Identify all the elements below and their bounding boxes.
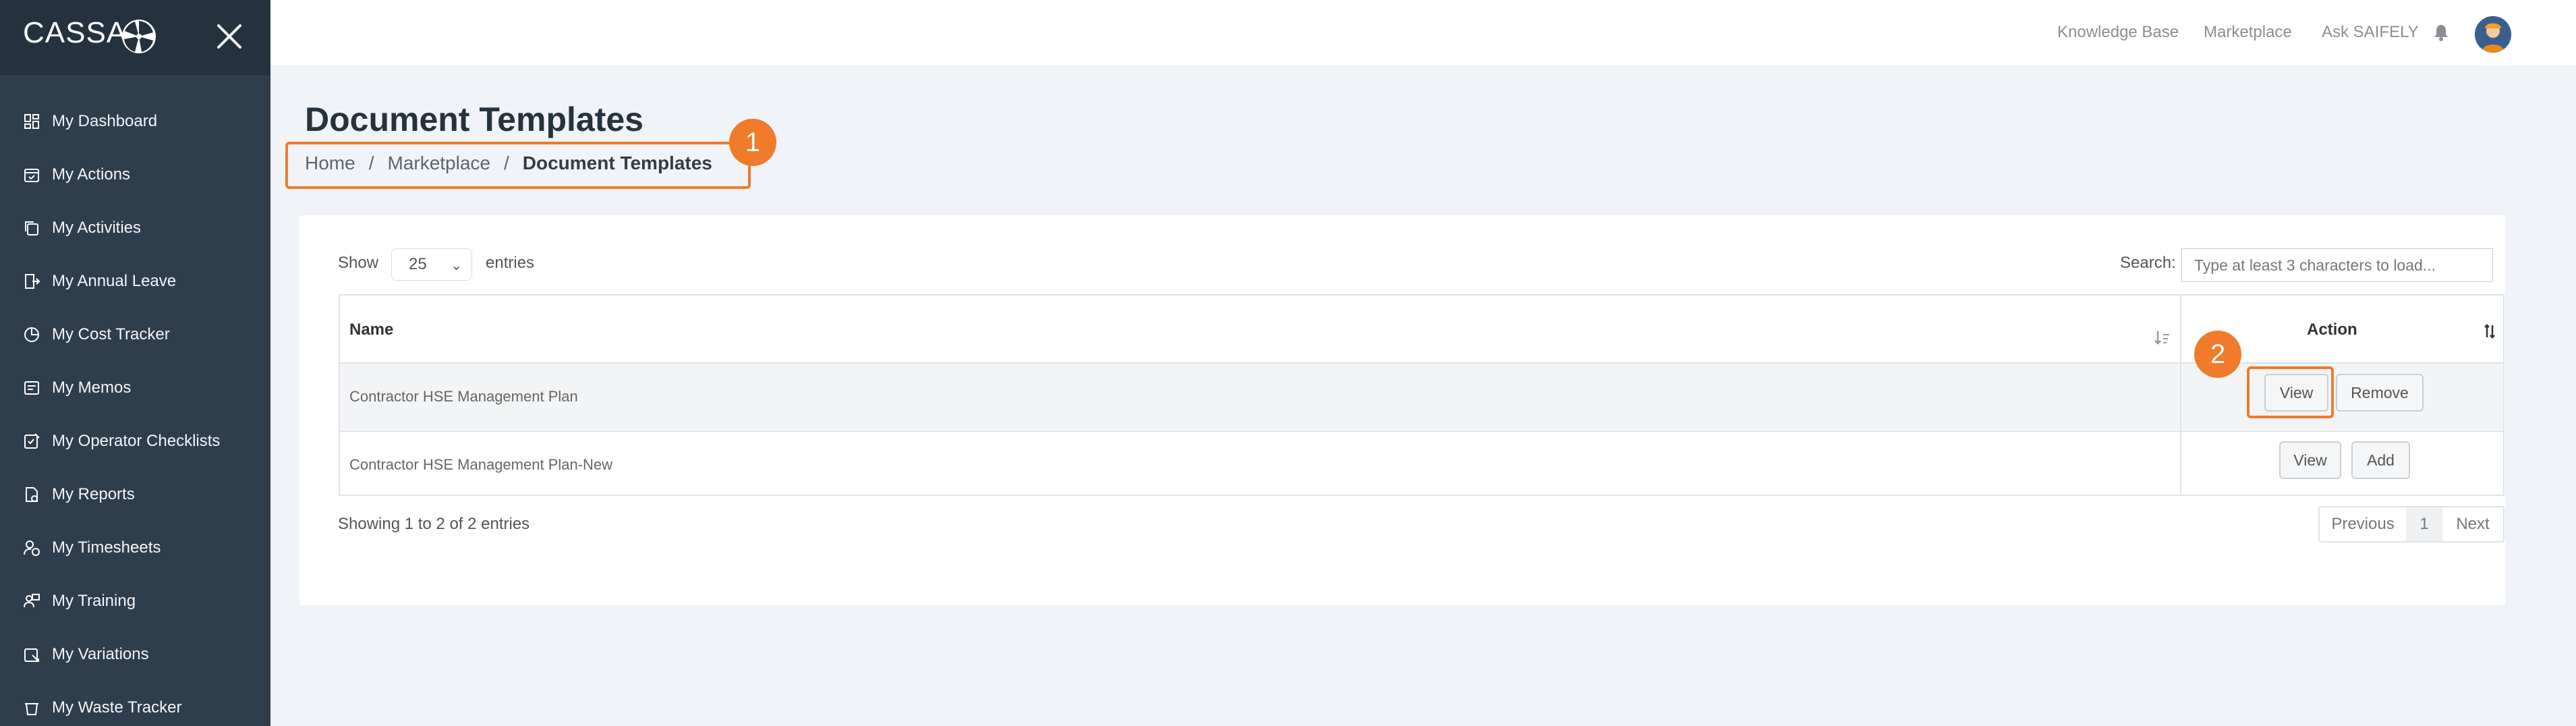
sidebar-item-dashboard[interactable]: My Dashboard [0,101,270,142]
template-name: Contractor HSE Management Plan-New [349,456,613,473]
sidebar-item-label: My Training [52,592,136,610]
bell-icon[interactable] [2432,23,2450,42]
column-header-action[interactable]: Action [2307,320,2357,339]
checklist-icon [24,433,40,449]
sidebar-item-label: My Cost Tracker [52,325,170,343]
sidebar-item-cost-tracker[interactable]: My Cost Tracker [0,314,270,355]
brand-name: CASSA [23,16,127,49]
sidebar-item-operator-checklists[interactable]: My Operator Checklists [0,421,270,462]
sidebar-item-activities[interactable]: My Activities [0,208,270,248]
leave-door-icon [25,274,40,289]
sidebar-item-label: My Dashboard [52,112,158,130]
ask-saifely-link[interactable]: Ask SAIFELY [2322,23,2419,42]
cassa-logo-icon [122,20,156,53]
entries-label: entries [486,254,535,272]
marketplace-link[interactable]: Marketplace [2204,23,2292,42]
show-label: Show [338,254,379,272]
annotation-marker-2: 2 [2194,331,2241,378]
table-row: Contractor HSE Management Plan-New [340,430,2503,497]
user-avatar-icon [2475,16,2511,53]
entries-per-page-select[interactable]: 25 ⌄ [391,248,472,281]
column-header-name[interactable]: Name [349,320,393,339]
sidebar-item-actions[interactable]: My Actions [0,155,270,195]
table-header-row: Name Action [340,296,2503,364]
sidebar-item-label: My Actions [52,165,131,184]
sidebar-item-reports[interactable]: My Reports [0,474,270,515]
pagination: Previous 1 Next [2318,506,2505,542]
dashboard-icon [24,114,39,129]
page-1-button[interactable]: 1 [2406,507,2442,541]
annotation-marker-1: 1 [729,119,776,166]
close-sidebar-icon[interactable] [214,22,244,51]
waste-icon [25,703,38,715]
knowledge-base-link[interactable]: Knowledge Base [2057,23,2179,42]
sidebar-item-label: My Reports [52,485,135,503]
sort-icon[interactable] [2484,323,2496,340]
table-info: Showing 1 to 2 of 2 entries [338,515,530,533]
previous-page-button[interactable]: Previous [2320,507,2406,541]
sidebar-item-label: My Operator Checklists [52,432,221,450]
sidebar-item-label: My Variations [52,645,149,663]
column-divider [2180,296,2181,495]
user-clock-icon [24,540,40,556]
search-input[interactable] [2181,248,2493,282]
copy-icon [25,221,38,235]
sidebar-item-label: My Waste Tracker [52,698,182,717]
view-button[interactable]: View [2279,441,2341,479]
table-row: Contractor HSE Management Plan [340,364,2503,430]
sort-alpha-icon[interactable] [2154,329,2171,347]
entries-value: 25 [409,255,427,273]
calendar-check-icon [24,169,39,182]
breadcrumb-highlight [285,142,751,189]
search-label: Search: [2120,254,2176,272]
remove-button[interactable]: Remove [2336,374,2424,412]
report-icon [26,487,38,502]
sidebar-item-variations[interactable]: My Variations [0,634,270,675]
sidebar: CASSA My Dashboard My Actions My Activit… [0,0,270,726]
sidebar-item-annual-leave[interactable]: My Annual Leave [0,261,270,302]
memo-icon [24,381,39,395]
page-title: Document Templates [305,101,643,138]
sidebar-item-label: My Annual Leave [52,272,177,290]
sidebar-item-training[interactable]: My Training [0,581,270,621]
template-name: Contractor HSE Management Plan [349,388,578,405]
add-button[interactable]: Add [2351,441,2410,479]
templates-table: Name Action Contractor HSE Management Pl… [339,294,2505,496]
sidebar-item-label: My Timesheets [52,538,161,557]
sidebar-item-label: My Activities [52,219,142,237]
variation-icon [24,648,39,662]
next-page-button[interactable]: Next [2442,507,2503,541]
sidebar-item-label: My Memos [52,379,132,397]
sidebar-item-waste-tracker[interactable]: My Waste Tracker [0,688,270,726]
chevron-down-icon: ⌄ [451,258,462,273]
training-icon [24,594,40,608]
sidebar-item-memos[interactable]: My Memos [0,368,270,408]
avatar[interactable] [2475,16,2511,53]
view-button-highlight [2247,366,2334,418]
sidebar-header: CASSA [0,0,270,76]
sidebar-item-timesheets[interactable]: My Timesheets [0,528,270,568]
chart-pie-icon [24,327,39,342]
